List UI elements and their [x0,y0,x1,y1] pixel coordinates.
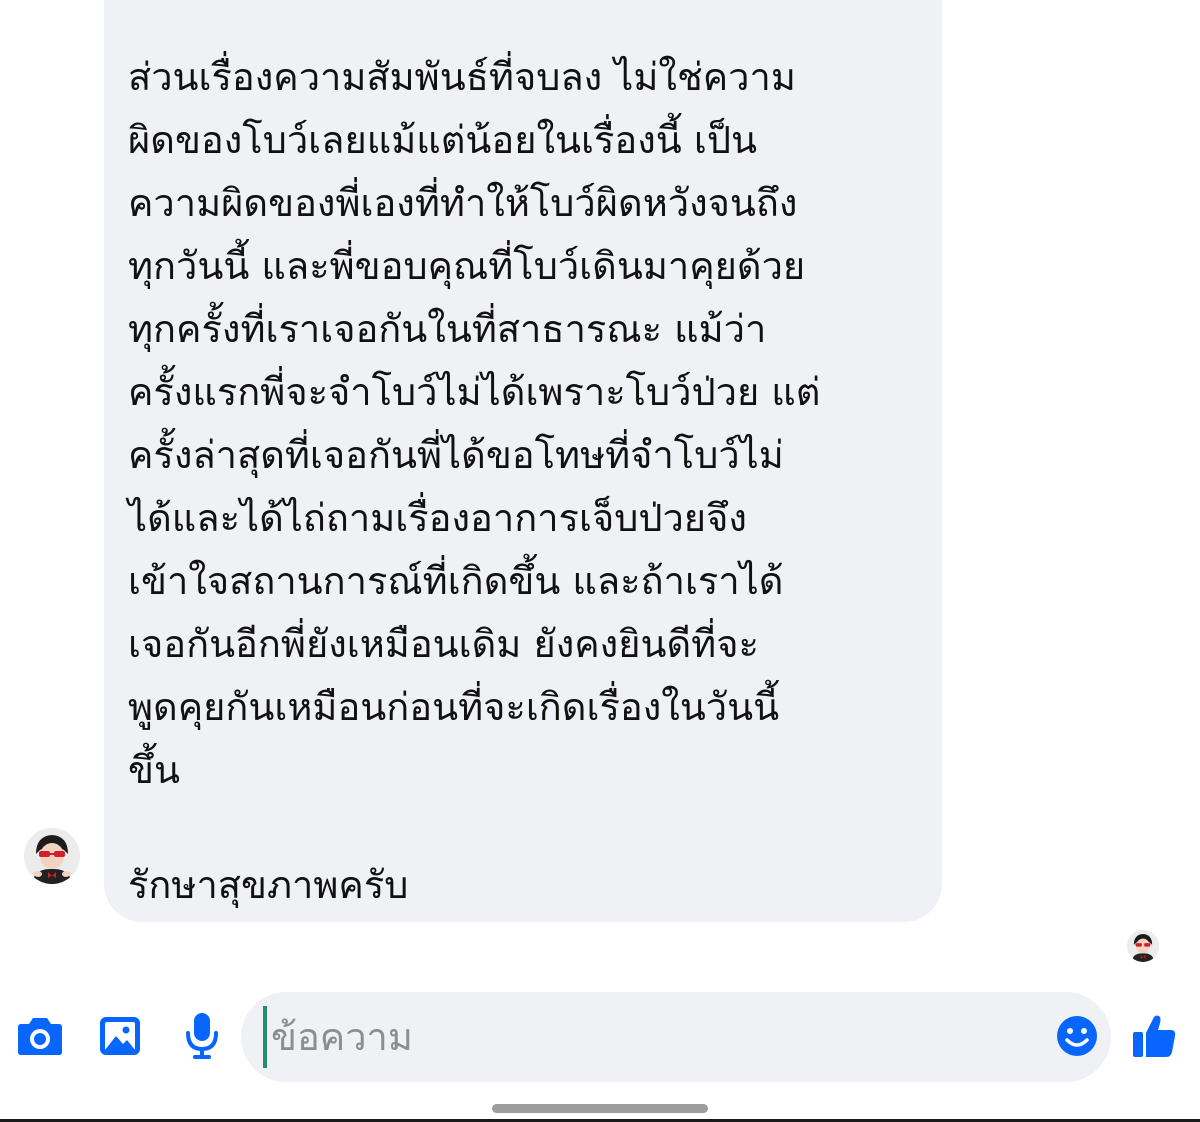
message-text: ส่วนเรื่องความสัมพันธ์ที่จบลง ไม่ใช่ความ… [128,55,821,792]
message-input-container[interactable] [241,992,1111,1082]
like-button[interactable] [1126,1006,1182,1066]
home-indicator[interactable] [492,1104,708,1113]
text-caret [263,1006,267,1068]
microphone-button[interactable] [176,1008,228,1064]
read-receipt-avatar [1127,930,1159,962]
thumbs-up-icon [1133,1015,1176,1057]
message-signoff: รักษาสุขภาพครับ [128,863,409,907]
message-input[interactable] [271,992,1041,1082]
sender-avatar-image [24,828,80,884]
camera-icon [18,1018,62,1055]
messenger-screen: ส่วนเรื่องความสัมพันธ์ที่จบลง ไม่ใช่ความ… [0,0,1200,1122]
emoji-button[interactable] [1053,1012,1101,1060]
emoji-icon [1057,1016,1097,1056]
sender-avatar[interactable] [24,828,80,884]
photo-button[interactable] [94,1010,146,1062]
photo-icon [100,1017,140,1055]
camera-button[interactable] [14,1010,66,1062]
composer-bar [0,990,1200,1090]
read-receipt-avatar-image [1127,930,1159,962]
microphone-icon [186,1013,218,1059]
